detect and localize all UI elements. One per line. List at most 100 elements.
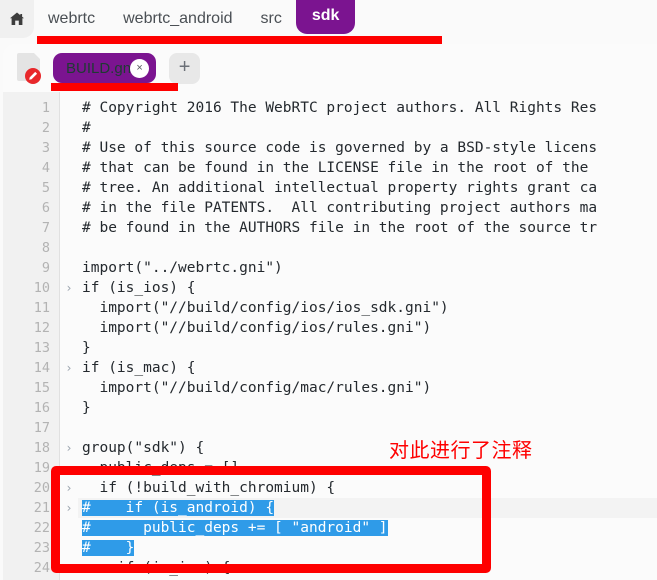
breadcrumb-label: webrtc_android bbox=[123, 10, 233, 27]
code-line[interactable]: import("//build/config/ios/ios_sdk.gni") bbox=[78, 298, 657, 318]
home-icon bbox=[9, 11, 25, 27]
code-line[interactable]: import("//build/config/ios/rules.gni") bbox=[78, 318, 657, 338]
pencil-edit-icon bbox=[25, 68, 41, 84]
fold-arrow-icon[interactable]: › bbox=[60, 558, 78, 578]
code-editor[interactable]: 1234567891011121314151617181920212223242… bbox=[3, 92, 657, 580]
code-content[interactable]: # Copyright 2016 The WebRTC project auth… bbox=[78, 92, 657, 580]
line-number: 21 bbox=[33, 500, 50, 516]
line-number: 10 bbox=[33, 280, 50, 296]
annotation-underline-breadcrumb bbox=[37, 36, 442, 44]
line-number: 13 bbox=[33, 340, 50, 356]
line-number: 12 bbox=[33, 320, 50, 336]
code-line[interactable]: } bbox=[78, 398, 657, 418]
line-number: 24 bbox=[33, 560, 50, 576]
close-icon[interactable]: × bbox=[130, 58, 150, 78]
new-tab-button[interactable]: + bbox=[169, 52, 201, 84]
annotation-underline-tab bbox=[51, 83, 178, 91]
line-number: 14 bbox=[33, 360, 50, 376]
fold-arrow-icon[interactable]: › bbox=[60, 358, 78, 378]
line-number: 23 bbox=[33, 540, 50, 556]
line-number: 18 bbox=[33, 440, 50, 456]
selected-text: # public_deps += [ "android" ] bbox=[82, 520, 388, 536]
line-number: 20 bbox=[33, 480, 50, 496]
selected-text: # } bbox=[82, 540, 135, 556]
code-line[interactable]: # public_deps += [ "android" ] bbox=[78, 518, 657, 538]
fold-arrow-icon[interactable]: › bbox=[60, 478, 78, 498]
code-line[interactable]: } bbox=[78, 338, 657, 358]
line-number: 22 bbox=[33, 520, 50, 536]
code-line[interactable]: # tree. An additional intellectual prope… bbox=[78, 178, 657, 198]
line-number: 19 bbox=[33, 460, 50, 476]
code-line[interactable]: # be found in the AUTHORS file in the ro… bbox=[78, 218, 657, 238]
tab-build-gn[interactable]: BUILD.gn × bbox=[53, 53, 157, 83]
line-number: 9 bbox=[41, 260, 50, 276]
code-line[interactable]: # bbox=[78, 118, 657, 138]
breadcrumb-item-webrtc[interactable]: webrtc bbox=[34, 0, 109, 38]
fold-arrow-icon[interactable]: › bbox=[60, 278, 78, 298]
line-number: 11 bbox=[33, 300, 50, 316]
editor-window: webrtc webrtc_android src sdk BUILD.gn ×… bbox=[0, 0, 657, 580]
code-line[interactable]: if (is_ios) { bbox=[78, 558, 657, 578]
line-number-gutter: 1234567891011121314151617181920212223242… bbox=[3, 92, 60, 580]
breadcrumb-home[interactable] bbox=[0, 0, 34, 38]
code-line[interactable]: # in the file PATENTS. All contributing … bbox=[78, 198, 657, 218]
line-number: 4 bbox=[41, 160, 50, 176]
code-line[interactable]: import("../webrtc.gni") bbox=[78, 258, 657, 278]
line-number: 8 bbox=[41, 240, 50, 256]
breadcrumb: webrtc webrtc_android src sdk bbox=[0, 0, 657, 38]
code-line[interactable]: # if (is_android) { bbox=[78, 498, 657, 518]
line-number: 6 bbox=[41, 200, 50, 216]
code-line[interactable]: if (is_mac) { bbox=[78, 358, 657, 378]
code-line[interactable] bbox=[78, 418, 657, 438]
code-line[interactable]: # Copyright 2016 The WebRTC project auth… bbox=[78, 98, 657, 118]
code-line[interactable]: import("//build/config/mac/rules.gni") bbox=[78, 378, 657, 398]
code-line[interactable]: group("sdk") { bbox=[78, 438, 657, 458]
line-number: 15 bbox=[33, 380, 50, 396]
line-number: 16 bbox=[33, 400, 50, 416]
breadcrumb-item-src[interactable]: src bbox=[247, 0, 296, 38]
code-line[interactable]: public_deps = [] bbox=[78, 458, 657, 478]
line-number: 7 bbox=[41, 220, 50, 236]
line-number: 1 bbox=[41, 100, 50, 116]
line-number: 5 bbox=[41, 180, 50, 196]
code-line[interactable]: if (is_ios) { bbox=[78, 278, 657, 298]
code-line[interactable]: # Use of this source code is governed by… bbox=[78, 138, 657, 158]
line-number: 2 bbox=[41, 120, 50, 136]
breadcrumb-item-webrtc-android[interactable]: webrtc_android bbox=[109, 0, 246, 38]
line-number: 3 bbox=[41, 140, 50, 156]
annotation-note-text: 对此进行了注释 bbox=[389, 438, 533, 462]
fold-arrow-icon[interactable]: › bbox=[60, 438, 78, 458]
breadcrumb-label: webrtc bbox=[48, 10, 96, 27]
editor-shell: BUILD.gn × + 1 2 3 4 5 6 7 8 9 10 11 12 13 14 15 16 17 18… bbox=[3, 44, 657, 580]
tab-label: BUILD.gn bbox=[66, 59, 132, 77]
fold-arrow-icon[interactable]: › bbox=[60, 498, 78, 518]
breadcrumb-label: sdk bbox=[311, 7, 340, 24]
breadcrumb-item-sdk[interactable]: sdk bbox=[295, 0, 356, 34]
breadcrumb-label: src bbox=[260, 10, 282, 27]
selected-text: # if (is_android) { bbox=[82, 500, 275, 516]
code-line[interactable]: # that can be found in the LICENSE file … bbox=[78, 158, 657, 178]
code-fold-gutter[interactable]: › › › › › › bbox=[60, 92, 78, 580]
file-document-icon bbox=[17, 53, 42, 84]
code-line[interactable]: # } bbox=[78, 538, 657, 558]
code-line[interactable]: if (!build_with_chromium) { bbox=[78, 478, 657, 498]
code-line[interactable] bbox=[78, 238, 657, 258]
line-number: 17 bbox=[33, 420, 50, 436]
